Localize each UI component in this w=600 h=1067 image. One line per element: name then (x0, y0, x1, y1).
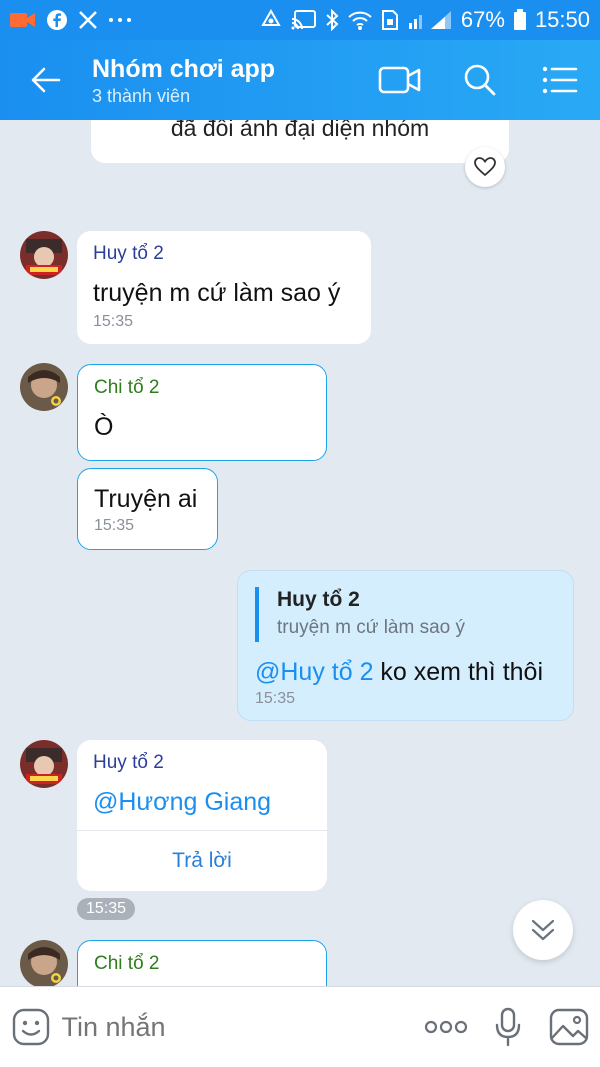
list-menu-icon (542, 66, 578, 94)
message-bubble-sent[interactable]: Huy tổ 2 truyện m cứ làm sao ý @Huy tổ 2… (237, 570, 574, 721)
search-button[interactable] (440, 40, 520, 120)
avatar-huy[interactable] (20, 231, 68, 279)
cast-icon (291, 9, 317, 31)
x-logo-icon (78, 10, 98, 30)
timestamp-chip: 15:35 (77, 898, 136, 920)
quote-text: truyện m cứ làm sao ý (277, 617, 465, 638)
message-text: Ò (94, 413, 114, 441)
system-notice-bubble: đã đổi ảnh đại diện nhóm (91, 120, 509, 163)
search-icon (464, 64, 496, 96)
quoted-message[interactable]: Huy tổ 2 truyện m cứ làm sao ý (255, 587, 557, 642)
more-notifications-icon (108, 17, 132, 23)
double-chevron-down-icon (531, 919, 555, 941)
avatar-chi[interactable] (20, 940, 68, 986)
emoji-button[interactable] (0, 987, 62, 1067)
wifi-icon (347, 9, 373, 31)
member-count: 3 thành viên (92, 85, 191, 106)
back-button[interactable] (0, 40, 92, 120)
sim-icon (381, 9, 399, 31)
image-icon (550, 1008, 589, 1046)
quote-sender: Huy tổ 2 (277, 588, 360, 611)
message-text: truyện m cứ làm sao ý (93, 279, 341, 307)
message-time: 15:35 (94, 517, 135, 534)
signal-icon (407, 9, 453, 31)
status-time: 15:50 (534, 7, 590, 32)
mention-tag[interactable]: @Huy tổ 2 (255, 658, 373, 686)
video-camera-icon (378, 66, 421, 94)
heart-icon (474, 157, 496, 177)
more-dots-icon (425, 1020, 468, 1034)
message-body: ko xem thì thôi (373, 658, 544, 686)
battery-percent: 67% (460, 7, 505, 32)
message-input-bar (0, 986, 600, 1067)
mention-message-bubble[interactable]: Huy tổ 2 @Hương Giang Trả lời (77, 740, 327, 891)
menu-button[interactable] (520, 40, 600, 120)
battery-icon (513, 9, 527, 31)
message-list[interactable]: đã đổi ảnh đại diện nhóm Huy tổ 2 truyện… (0, 120, 600, 986)
emoji-icon (12, 1008, 49, 1046)
group-name: Nhóm chơi app (92, 54, 276, 83)
facebook-icon (46, 9, 68, 31)
recycle-icon (259, 9, 283, 31)
reply-button[interactable]: Trả lời (77, 830, 327, 890)
message-bubble-received[interactable]: Chi tổ 2 Ò (77, 364, 327, 461)
message-bubble-received[interactable]: Huy tổ 2 truyện m cứ làm sao ý 15:35 (77, 231, 371, 344)
system-notice-text: đã đổi ảnh đại diện nhóm (170, 120, 430, 141)
message-time: 15:35 (93, 313, 134, 330)
sender-name: Huy tổ 2 (93, 752, 164, 773)
voice-message-button[interactable] (477, 987, 539, 1067)
message-text: @Huy tổ 2 ko xem thì thôi (255, 656, 557, 688)
message-time: 15:35 (255, 690, 296, 707)
heart-reaction-button[interactable] (465, 147, 505, 187)
send-image-button[interactable] (539, 987, 600, 1067)
sender-name: Chi tổ 2 (94, 377, 160, 398)
video-call-button[interactable] (360, 40, 440, 120)
avatar-chi[interactable] (20, 363, 68, 411)
scroll-to-bottom-button[interactable] (513, 900, 573, 960)
message-bubble-received[interactable]: Chi tổ 2 (77, 940, 327, 986)
sender-name: Huy tổ 2 (93, 243, 164, 264)
more-options-button[interactable] (416, 987, 478, 1067)
arrow-left-icon (31, 67, 61, 93)
sender-name: Chi tổ 2 (94, 953, 160, 974)
message-bubble-received[interactable]: Truyện ai 15:35 (77, 468, 218, 550)
bluetooth-icon (325, 9, 339, 31)
message-input[interactable] (61, 1011, 416, 1043)
group-info[interactable]: Nhóm chơi app 3 thành viên (92, 54, 360, 107)
chat-header: Nhóm chơi app 3 thành viên (0, 40, 600, 120)
video-record-icon (10, 11, 36, 29)
status-bar: 67% 15:50 (0, 0, 600, 40)
mention-tag[interactable]: @Hương Giang (93, 786, 311, 818)
microphone-icon (495, 1007, 520, 1047)
avatar-huy[interactable] (20, 740, 68, 788)
message-text: Truyện ai (94, 485, 198, 513)
